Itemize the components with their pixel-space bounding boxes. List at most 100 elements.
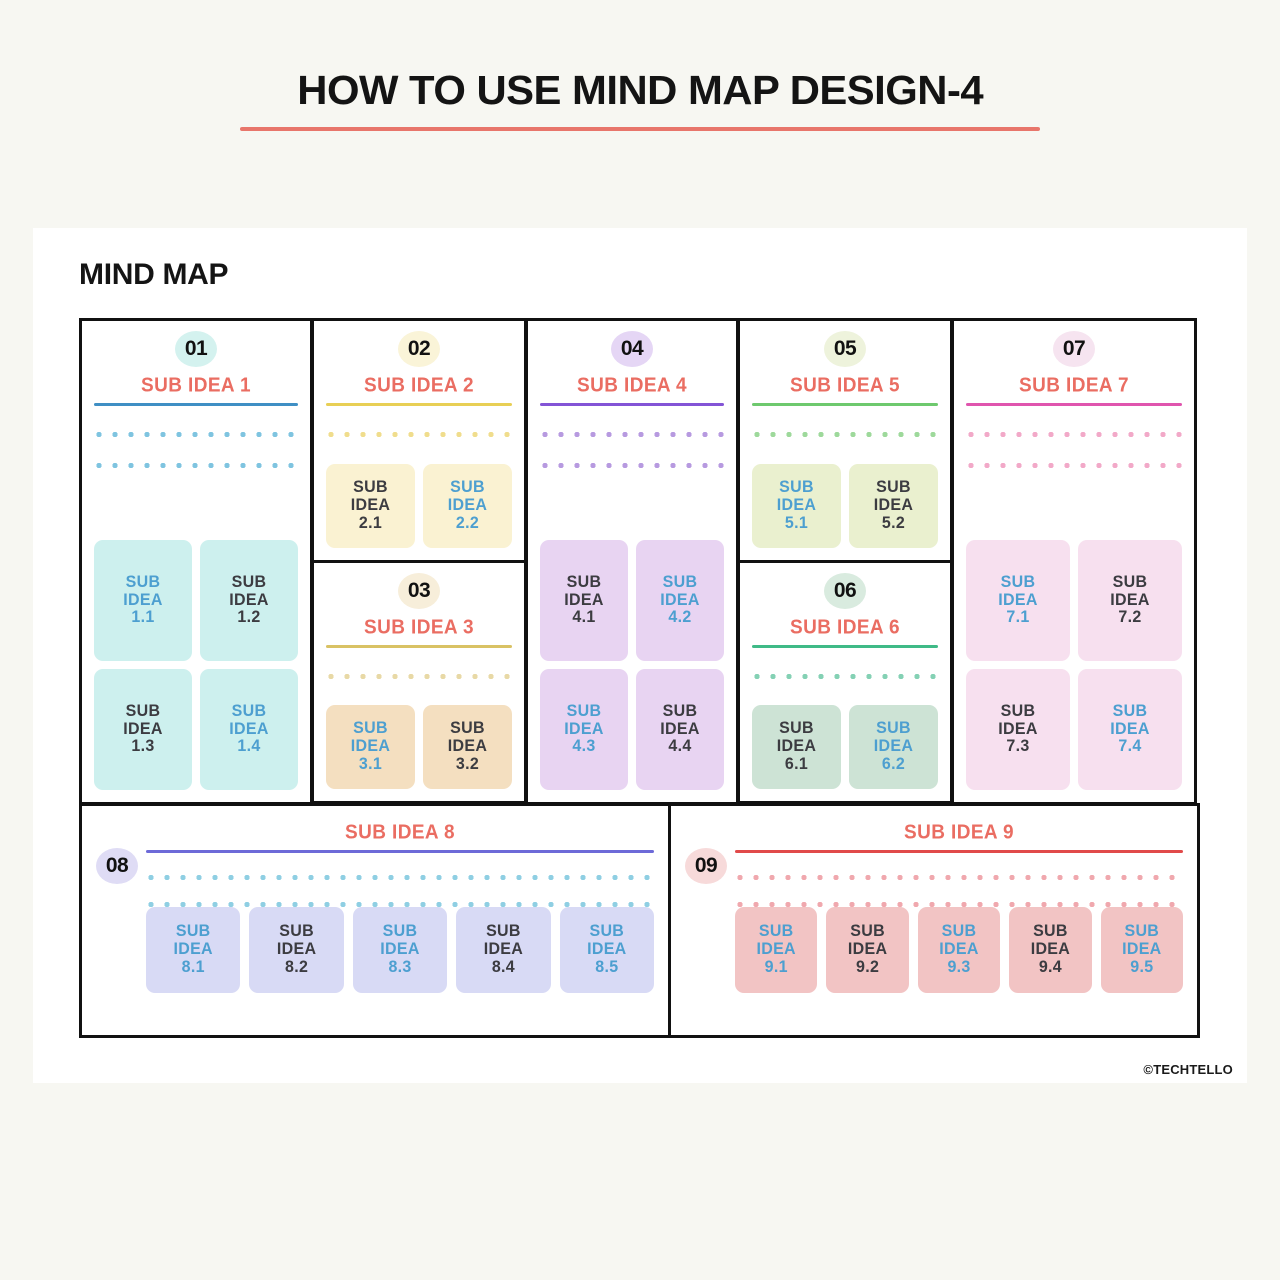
sub-idea-line: 3.2 [455, 755, 480, 774]
dotted-note-line [94, 463, 298, 468]
card-02[interactable]: 02 SUB IDEA 2 SUB IDEA 2.1 SUB IDEA 2.2 [311, 318, 527, 563]
credit-label: ©TECHTELLO [1143, 1062, 1233, 1077]
sub-idea-line: IDEA [873, 737, 914, 756]
sub-idea-box[interactable]: SUB IDEA 9.2 [826, 907, 909, 993]
sub-idea-box[interactable]: SUB IDEA 8.3 [352, 907, 448, 993]
card-01[interactable]: 01 SUB IDEA 1 SUB IDEA 1.1 SUB IDEA 1.2 SUB IDEA 1… [79, 318, 313, 805]
card-05[interactable]: 05 SUB IDEA 5 SUB IDEA 5.1 SUB IDEA 5.2 [737, 318, 953, 563]
sub-idea-line: IDEA [276, 940, 317, 959]
sub-idea-line: 6.2 [881, 755, 906, 774]
card-body: SUB IDEA 9 SUB IDEA 9.1 SUB IDEA 9.2 SUB IDEA 9.3… [735, 821, 1184, 993]
card-title: SUB IDEA 2 [364, 374, 474, 397]
sub-idea-box[interactable]: SUB IDEA 7.1 [966, 540, 1070, 661]
sub-idea-box[interactable]: SUB IDEA 2.2 [423, 464, 512, 548]
card-09[interactable]: 09 SUB IDEA 9 SUB IDEA 9.1 SUB IDEA 9.2 SUB IDEA 9… [668, 803, 1200, 1038]
mind-map-panel: MIND MAP 01 SUB IDEA 1 SUB IDEA 1.1 SUB IDEA 1.… [33, 228, 1247, 1083]
sub-idea-line: 7.2 [1118, 608, 1142, 627]
sub-idea-group: SUB IDEA 4.1 SUB IDEA 4.2 SUB IDEA 4.3 SUB IDEA 4.4 [540, 540, 724, 790]
sub-idea-line: SUB [779, 478, 814, 497]
card-title-underline [146, 850, 654, 853]
sub-idea-line: IDEA [1030, 940, 1071, 959]
card-title: SUB IDEA 8 [345, 821, 455, 844]
sub-idea-box[interactable]: SUB IDEA 8.1 [146, 907, 241, 993]
sub-idea-box[interactable]: SUB IDEA 6.1 [752, 705, 841, 789]
mind-map-grid: 01 SUB IDEA 1 SUB IDEA 1.1 SUB IDEA 1.2 SUB IDEA 1… [79, 318, 1201, 1040]
sub-idea-line: IDEA [1110, 591, 1150, 610]
sub-idea-line: IDEA [123, 591, 163, 610]
sub-idea-box[interactable]: SUB IDEA 3.1 [326, 705, 415, 789]
sub-idea-box[interactable]: SUB IDEA 9.4 [1009, 907, 1092, 993]
sub-idea-line: SUB [566, 573, 602, 592]
sub-idea-line: IDEA [1122, 940, 1162, 959]
sub-idea-box[interactable]: SUB IDEA 7.3 [966, 669, 1070, 790]
card-07[interactable]: 07 SUB IDEA 7 SUB IDEA 7.1 SUB IDEA 7.2 SUB IDEA 7… [951, 318, 1197, 805]
dotted-note-line [966, 463, 1182, 468]
sub-idea-line: 8.4 [491, 958, 515, 977]
sub-idea-box[interactable]: SUB IDEA 9.1 [735, 907, 818, 993]
title-section: HOW TO USE MIND MAP DESIGN-4 [0, 0, 1280, 132]
sub-idea-line: 2.1 [358, 514, 383, 533]
sub-idea-box[interactable]: SUB IDEA 4.1 [540, 540, 628, 661]
sub-idea-line: IDEA [173, 940, 213, 959]
card-08[interactable]: 08 SUB IDEA 8 SUB IDEA 8.1 SUB IDEA 8.2 SUB IDEA 8… [79, 803, 671, 1038]
card-number-badge: 06 [824, 573, 866, 609]
sub-idea-box[interactable]: SUB IDEA 8.2 [249, 907, 344, 993]
sub-idea-line: IDEA [939, 940, 979, 959]
sub-idea-box[interactable]: SUB IDEA 5.2 [849, 464, 938, 548]
card-title: SUB IDEA 1 [141, 374, 251, 397]
sub-idea-line: IDEA [229, 720, 269, 739]
card-04[interactable]: 04 SUB IDEA 4 SUB IDEA 4.1 SUB IDEA 4.2 SUB IDEA 4… [525, 318, 739, 805]
card-title-underline [752, 645, 938, 648]
dotted-note-line [735, 875, 1183, 880]
sub-idea-group: SUB IDEA 9.1 SUB IDEA 9.2 SUB IDEA 9.3 SUB IDEA 9.4… [735, 907, 1184, 993]
sub-idea-box[interactable]: SUB IDEA 3.2 [423, 705, 512, 789]
dotted-note-line [326, 674, 512, 679]
sub-idea-box[interactable]: SUB IDEA 7.2 [1078, 540, 1182, 661]
sub-idea-line: IDEA [483, 940, 524, 959]
sub-idea-box[interactable]: SUB IDEA 4.2 [636, 540, 724, 661]
sub-idea-box[interactable]: SUB IDEA 6.2 [849, 705, 938, 789]
sub-idea-line: 1.2 [237, 608, 261, 627]
sub-idea-line: 8.2 [285, 958, 309, 977]
sub-idea-line: SUB [382, 922, 418, 941]
sub-idea-box[interactable]: SUB IDEA 7.4 [1078, 669, 1182, 790]
sub-idea-line: 9.2 [856, 958, 880, 977]
sub-idea-box[interactable]: SUB IDEA 9.5 [1100, 907, 1184, 993]
dotted-note-line [146, 875, 654, 880]
sub-idea-box[interactable]: SUB IDEA 1.3 [94, 669, 192, 790]
sub-idea-line: 8.1 [181, 958, 205, 977]
sub-idea-box[interactable]: SUB IDEA 8.5 [559, 907, 655, 993]
grid-column-3: 04 SUB IDEA 4 SUB IDEA 4.1 SUB IDEA 4.2 SUB IDEA 4… [525, 318, 739, 805]
sub-idea-box[interactable]: SUB IDEA 1.2 [200, 540, 298, 661]
card-06[interactable]: 06 SUB IDEA 6 SUB IDEA 6.1 SUB IDEA 6.2 [737, 560, 953, 804]
sub-idea-line: SUB [1124, 922, 1160, 941]
sub-idea-box[interactable]: SUB IDEA 4.3 [540, 669, 628, 790]
sub-idea-box[interactable]: SUB IDEA 1.4 [200, 669, 298, 790]
sub-idea-line: SUB [175, 922, 211, 941]
sub-idea-box[interactable]: SUB IDEA 8.4 [456, 907, 551, 993]
sub-idea-box[interactable]: SUB IDEA 9.3 [917, 907, 1001, 993]
sub-idea-line: SUB [231, 573, 267, 592]
sub-idea-box[interactable]: SUB IDEA 1.1 [94, 540, 192, 661]
dotted-note-line [540, 463, 724, 468]
sub-idea-line: 4.4 [668, 737, 692, 756]
sub-idea-group: SUB IDEA 5.1 SUB IDEA 5.2 [752, 464, 938, 548]
sub-idea-line: 9.5 [1130, 958, 1154, 977]
card-title: SUB IDEA 6 [790, 616, 900, 639]
sub-idea-box[interactable]: SUB IDEA 5.1 [752, 464, 841, 548]
sub-idea-line: IDEA [776, 737, 817, 756]
sub-idea-line: SUB [850, 922, 885, 941]
sub-idea-line: IDEA [123, 720, 163, 739]
sub-idea-line: 5.1 [784, 514, 809, 533]
sub-idea-line: SUB [486, 922, 521, 941]
card-title-underline [326, 645, 512, 648]
card-03[interactable]: 03 SUB IDEA 3 SUB IDEA 3.1 SUB IDEA 3.2 [311, 560, 527, 804]
sub-idea-box[interactable]: SUB IDEA 2.1 [326, 464, 415, 548]
sub-idea-group: SUB IDEA 2.1 SUB IDEA 2.2 [326, 464, 512, 548]
sub-idea-line: 4.1 [572, 608, 596, 627]
card-title-underline [735, 850, 1183, 853]
dotted-note-line [94, 432, 298, 437]
sub-idea-box[interactable]: SUB IDEA 4.4 [636, 669, 724, 790]
dotted-note-line [540, 432, 724, 437]
sub-idea-line: SUB [353, 478, 388, 497]
